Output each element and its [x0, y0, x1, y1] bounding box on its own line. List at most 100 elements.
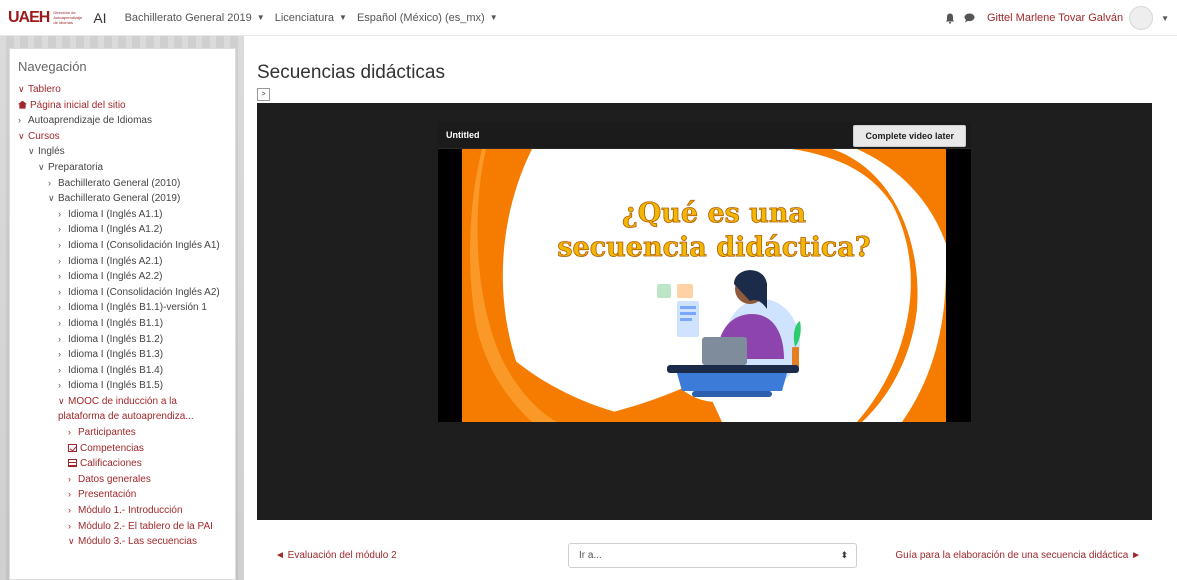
sidebar-item[interactable]: › Idioma I (Inglés B1.1)-versión 1 — [10, 300, 235, 316]
navigation-block: Navegación ∨ Tablero Página inicial del si… — [9, 48, 236, 580]
bell-icon[interactable] — [943, 11, 957, 25]
chevron-right-icon[interactable]: › — [58, 222, 68, 238]
sidebar-item[interactable]: › Módulo 1.- Introducción — [10, 503, 235, 519]
sidebar-item[interactable]: › Idioma I (Inglés B1.1) — [10, 316, 235, 332]
previous-activity-link[interactable]: ◄ Evaluación del módulo 2 — [275, 550, 397, 561]
sidebar-item[interactable]: › Idioma I (Inglés A2.2) — [10, 269, 235, 285]
chevron-right-icon[interactable]: › — [58, 269, 68, 285]
chevron-right-icon[interactable]: › — [58, 378, 68, 394]
chevron-down-icon[interactable]: ∨ — [38, 160, 48, 176]
sidebar-item[interactable]: › Idioma I (Consolidación Inglés A1) — [10, 238, 235, 254]
player-title-bar: Untitled Complete video later — [438, 122, 971, 149]
sidebar-item[interactable]: › Autoaprendizaje de Idiomas — [10, 113, 235, 129]
menu-bachillerato[interactable]: Bachillerato General 2019 ▼ — [125, 12, 265, 24]
sidebar-item[interactable]: ∨ Preparatoria — [10, 160, 235, 176]
chevron-right-icon[interactable]: › — [68, 487, 78, 503]
chevron-down-icon[interactable]: ∨ — [58, 394, 68, 410]
chevron-right-icon[interactable]: › — [48, 176, 58, 192]
nav-menu: Bachillerato General 2019 ▼ Licenciatura ▼… — [125, 12, 508, 24]
sidebar-item[interactable]: › Idioma I (Inglés A1.1) — [10, 207, 235, 223]
next-activity-link[interactable]: Guía para la elaboración de una secuenci… — [895, 550, 1141, 561]
sidebar-item-label: Módulo 2.- El tablero de la PAI — [78, 520, 213, 532]
chevron-right-icon[interactable]: › — [68, 425, 78, 441]
chevron-down-icon[interactable]: ∨ — [18, 82, 28, 98]
chevron-down-icon[interactable]: ∨ — [18, 129, 28, 145]
sidebar-item[interactable]: ∨ Tablero — [10, 82, 235, 98]
chevron-right-icon[interactable]: › — [58, 363, 68, 379]
video-slide[interactable]: ¿Qué es una secuencia didáctica? — [462, 149, 946, 422]
sidebar-item[interactable]: › Participantes — [10, 425, 235, 441]
sidebar-item-label: Competencias — [80, 442, 144, 454]
chevron-right-icon[interactable]: › — [58, 254, 68, 270]
sidebar-item[interactable]: ∨ Inglés — [10, 144, 235, 160]
user-menu-caret-icon[interactable]: ▼ — [1161, 14, 1169, 23]
sidebar-item-label: Idioma I (Inglés A1.1) — [68, 208, 163, 220]
chevron-right-icon[interactable]: › — [68, 519, 78, 535]
chevron-right-icon[interactable]: › — [68, 472, 78, 488]
site-short-name[interactable]: AI — [93, 10, 106, 26]
sidebar-item[interactable]: ∨ Bachillerato General (2019) — [10, 191, 235, 207]
site-logo[interactable]: UAEH Dirección de Autoaprendizaje de Idi… — [8, 6, 85, 30]
sidebar-item[interactable]: › Bachillerato General (2010) — [10, 176, 235, 192]
sidebar-item[interactable]: › Idioma I (Inglés B1.3) — [10, 347, 235, 363]
checkbox-icon — [68, 443, 77, 452]
sidebar-item-label: Bachillerato General (2010) — [58, 177, 181, 189]
chevron-right-icon[interactable]: › — [18, 113, 28, 129]
chevron-right-icon[interactable]: › — [58, 316, 68, 332]
sidebar-item[interactable]: ∨ Cursos — [10, 129, 235, 145]
chevron-down-icon[interactable]: ∨ — [28, 144, 38, 160]
sidebar-item[interactable]: › Módulo 2.- El tablero de la PAI — [10, 519, 235, 535]
sidebar-item[interactable]: › Idioma I (Inglés A2.1) — [10, 254, 235, 270]
complete-video-later-button[interactable]: Complete video later — [853, 125, 966, 147]
chevron-right-icon[interactable]: › — [58, 300, 68, 316]
sidebar-item-label: Idioma I (Consolidación Inglés A1) — [68, 239, 220, 251]
sidebar-item[interactable]: ∨ Módulo 3.- Las secuencias — [10, 534, 235, 550]
sidebar-item[interactable]: Competencias — [10, 441, 235, 457]
chevron-down-icon[interactable]: ∨ — [48, 191, 58, 207]
chat-bubble-icon[interactable] — [963, 11, 977, 25]
sidebar-item[interactable]: › Presentación — [10, 487, 235, 503]
sidebar-item[interactable]: › Idioma I (Inglés B1.4) — [10, 363, 235, 379]
sidebar-toggle-button[interactable]: > — [257, 88, 270, 101]
jump-to-select[interactable]: Ir a... ⬍ — [568, 543, 857, 568]
sidebar-item-label: Calificaciones — [80, 458, 142, 470]
sidebar-item[interactable]: › Idioma I (Consolidación Inglés A2) — [10, 285, 235, 301]
sidebar-item[interactable]: › Idioma I (Inglés A1.2) — [10, 222, 235, 238]
sidebar-item[interactable]: ∨ MOOC de inducción a la plataforma de au… — [10, 394, 235, 425]
chevron-right-icon[interactable]: › — [58, 347, 68, 363]
menu-language[interactable]: Español (México) (es_mx) ▼ — [357, 12, 498, 24]
sidebar-item[interactable]: › Datos generales — [10, 472, 235, 488]
chevron-right-icon[interactable]: › — [58, 207, 68, 223]
sidebar-item[interactable]: Calificaciones — [10, 456, 235, 472]
chevron-right-icon[interactable]: › — [68, 503, 78, 519]
sidebar-item-label: Participantes — [78, 427, 136, 439]
sidebar-item-label: Idioma I (Inglés B1.3) — [68, 349, 164, 361]
sidebar-item-label: Idioma I (Consolidación Inglés A2) — [68, 286, 220, 298]
avatar[interactable] — [1129, 6, 1154, 30]
video-player[interactable]: Untitled Complete video later ¿Qué es un… — [438, 122, 971, 422]
sidebar-item-label: MOOC de inducción a la plataforma de aut… — [58, 395, 194, 423]
sidebar-item-label: Cursos — [28, 130, 60, 142]
sidebar-item[interactable]: › Idioma I (Inglés B1.5) — [10, 378, 235, 394]
chevron-right-icon[interactable]: › — [58, 238, 68, 254]
caret-down-icon: ▼ — [256, 13, 265, 22]
sidebar-item-label: Idioma I (Inglés B1.2) — [68, 333, 164, 345]
sidebar-item-label: Idioma I (Inglés A1.2) — [68, 224, 163, 236]
menu-licenciatura[interactable]: Licenciatura ▼ — [275, 12, 347, 24]
sidebar-item[interactable]: Página inicial del sitio — [10, 98, 235, 114]
chevron-right-icon[interactable]: › — [58, 285, 68, 301]
sidebar-item-label: Idioma I (Inglés B1.4) — [68, 364, 164, 376]
user-name[interactable]: Gittel Marlene Tovar Galván — [987, 12, 1123, 24]
menu-label: Español (México) (es_mx) — [356, 11, 485, 24]
caret-down-icon: ▼ — [489, 13, 498, 22]
sidebar-item[interactable]: › Idioma I (Inglés B1.2) — [10, 332, 235, 348]
user-area: Gittel Marlene Tovar Galván ▼ — [943, 0, 1169, 36]
sidebar-item-label: Idioma I (Inglés A2.2) — [68, 271, 163, 283]
sidebar-item-label: Módulo 3.- Las secuencias — [78, 536, 197, 548]
chevron-right-icon[interactable]: › — [58, 332, 68, 348]
chevron-down-icon[interactable]: ∨ — [68, 534, 78, 550]
table-icon — [68, 459, 77, 468]
menu-label: Licenciatura — [274, 11, 335, 24]
caret-down-icon: ▼ — [339, 13, 347, 22]
slide-illustration: ¿Qué es una secuencia didáctica? — [462, 149, 946, 422]
